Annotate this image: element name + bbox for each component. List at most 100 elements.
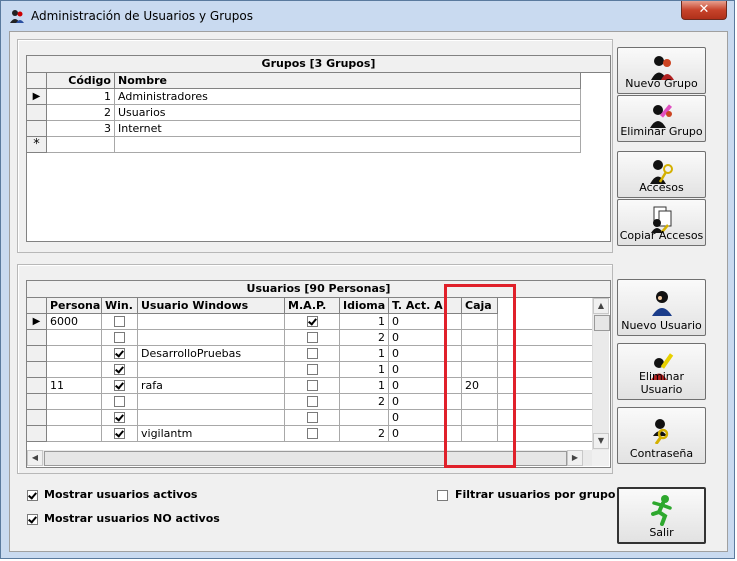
contrasena-button[interactable]: Contraseña bbox=[617, 407, 706, 464]
user-map-cell[interactable] bbox=[285, 314, 340, 330]
scroll-left-button[interactable]: ◀ bbox=[27, 450, 43, 466]
user-usuario[interactable] bbox=[138, 330, 285, 346]
user-usuario[interactable]: rafa bbox=[138, 378, 285, 394]
user-map-checkbox[interactable] bbox=[307, 332, 318, 343]
row-selector[interactable] bbox=[27, 121, 47, 137]
user-win-cell[interactable] bbox=[102, 346, 138, 362]
eliminar-usuario-button[interactable]: Eliminar Usuario bbox=[617, 343, 706, 400]
mostrar-activos-checkbox[interactable] bbox=[27, 490, 38, 501]
user-idioma[interactable]: 1 bbox=[340, 346, 389, 362]
group-nombre[interactable]: Administradores bbox=[115, 89, 581, 105]
user-usuario[interactable] bbox=[138, 394, 285, 410]
user-usuario[interactable] bbox=[138, 362, 285, 378]
row-selector[interactable] bbox=[27, 105, 47, 121]
user-idioma[interactable]: 1 bbox=[340, 378, 389, 394]
row-selector[interactable]: ▶ bbox=[27, 89, 47, 105]
groups-col-nombre[interactable]: Nombre bbox=[115, 73, 581, 89]
user-map-cell[interactable] bbox=[285, 426, 340, 442]
user-map-checkbox[interactable] bbox=[307, 412, 318, 423]
user-persona[interactable]: 11 bbox=[47, 378, 102, 394]
users-col-map[interactable]: M.A.P. bbox=[285, 298, 340, 314]
row-selector[interactable] bbox=[27, 378, 47, 394]
users-col-idioma[interactable]: Idioma bbox=[340, 298, 389, 314]
user-win-checkbox[interactable] bbox=[114, 316, 125, 327]
user-map-cell[interactable] bbox=[285, 330, 340, 346]
user-win-cell[interactable] bbox=[102, 330, 138, 346]
salir-button[interactable]: Salir bbox=[617, 487, 706, 544]
user-idioma[interactable]: 2 bbox=[340, 426, 389, 442]
user-map-cell[interactable] bbox=[285, 410, 340, 426]
user-idioma[interactable] bbox=[340, 410, 389, 426]
user-win-cell[interactable] bbox=[102, 426, 138, 442]
user-map-checkbox[interactable] bbox=[307, 316, 318, 327]
user-idioma[interactable]: 1 bbox=[340, 314, 389, 330]
filtrar-grupo-checkbox[interactable] bbox=[437, 490, 448, 501]
groups-col-codigo[interactable]: Código bbox=[47, 73, 115, 89]
scroll-thumb[interactable] bbox=[594, 315, 610, 331]
user-map-cell[interactable] bbox=[285, 378, 340, 394]
users-col-persona[interactable]: Persona bbox=[47, 298, 102, 314]
eliminar-grupo-button[interactable]: Eliminar Grupo bbox=[617, 95, 706, 142]
user-map-checkbox[interactable] bbox=[307, 396, 318, 407]
user-win-checkbox[interactable] bbox=[114, 412, 125, 423]
user-usuario[interactable] bbox=[138, 410, 285, 426]
row-selector[interactable] bbox=[27, 346, 47, 362]
user-map-cell[interactable] bbox=[285, 346, 340, 362]
user-map-checkbox[interactable] bbox=[307, 348, 318, 359]
group-codigo-new[interactable] bbox=[47, 137, 115, 153]
row-selector[interactable]: ▶ bbox=[27, 314, 47, 330]
users-vertical-scrollbar[interactable]: ▲ ▼ bbox=[592, 298, 610, 450]
user-map-checkbox[interactable] bbox=[307, 428, 318, 439]
user-win-checkbox[interactable] bbox=[114, 332, 125, 343]
user-persona[interactable] bbox=[47, 394, 102, 410]
group-codigo[interactable]: 3 bbox=[47, 121, 115, 137]
user-usuario[interactable]: DesarrolloPruebas bbox=[138, 346, 285, 362]
scroll-right-button[interactable]: ▶ bbox=[567, 450, 583, 466]
row-selector[interactable] bbox=[27, 394, 47, 410]
user-win-cell[interactable] bbox=[102, 410, 138, 426]
user-usuario[interactable]: vigilantm bbox=[138, 426, 285, 442]
user-idioma[interactable]: 2 bbox=[340, 394, 389, 410]
nuevo-usuario-button[interactable]: Nuevo Usuario bbox=[617, 279, 706, 336]
new-row-selector[interactable]: * bbox=[27, 137, 47, 153]
user-persona[interactable] bbox=[47, 346, 102, 362]
group-nombre[interactable]: Usuarios bbox=[115, 105, 581, 121]
user-map-checkbox[interactable] bbox=[307, 364, 318, 375]
row-selector[interactable] bbox=[27, 426, 47, 442]
scroll-down-button[interactable]: ▼ bbox=[593, 433, 609, 449]
mostrar-no-activos-checkbox[interactable] bbox=[27, 514, 38, 525]
group-nombre[interactable]: Internet bbox=[115, 121, 581, 137]
user-map-cell[interactable] bbox=[285, 362, 340, 378]
user-usuario[interactable] bbox=[138, 314, 285, 330]
users-col-win[interactable]: Win. bbox=[102, 298, 138, 314]
user-win-checkbox[interactable] bbox=[114, 364, 125, 375]
user-win-checkbox[interactable] bbox=[114, 380, 125, 391]
user-idioma[interactable]: 2 bbox=[340, 330, 389, 346]
user-win-cell[interactable] bbox=[102, 378, 138, 394]
user-win-cell[interactable] bbox=[102, 314, 138, 330]
user-persona[interactable] bbox=[47, 426, 102, 442]
row-selector[interactable] bbox=[27, 362, 47, 378]
user-win-cell[interactable] bbox=[102, 394, 138, 410]
nuevo-grupo-button[interactable]: Nuevo Grupo bbox=[617, 47, 706, 94]
user-idioma[interactable]: 1 bbox=[340, 362, 389, 378]
copiar-accesos-button[interactable]: Copiar Accesos bbox=[617, 199, 706, 246]
user-win-checkbox[interactable] bbox=[114, 396, 125, 407]
scroll-up-button[interactable]: ▲ bbox=[593, 298, 609, 314]
users-col-usuario-windows[interactable]: Usuario Windows bbox=[138, 298, 285, 314]
user-persona[interactable] bbox=[47, 410, 102, 426]
accesos-button[interactable]: Accesos bbox=[617, 151, 706, 198]
user-persona[interactable] bbox=[47, 362, 102, 378]
group-codigo[interactable]: 2 bbox=[47, 105, 115, 121]
user-map-cell[interactable] bbox=[285, 394, 340, 410]
user-map-checkbox[interactable] bbox=[307, 380, 318, 391]
user-persona[interactable]: 6000 bbox=[47, 314, 102, 330]
user-persona[interactable] bbox=[47, 330, 102, 346]
user-win-cell[interactable] bbox=[102, 362, 138, 378]
user-win-checkbox[interactable] bbox=[114, 428, 125, 439]
row-selector[interactable] bbox=[27, 330, 47, 346]
group-nombre-new[interactable] bbox=[115, 137, 581, 153]
group-codigo[interactable]: 1 bbox=[47, 89, 115, 105]
close-button[interactable]: ✕ bbox=[681, 1, 727, 20]
row-selector[interactable] bbox=[27, 410, 47, 426]
